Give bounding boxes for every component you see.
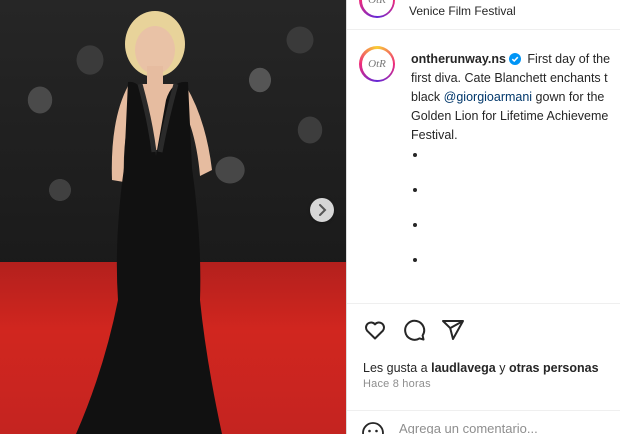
post-details-panel: OtR Venice Film Festival OtR ontherunway… xyxy=(346,0,620,434)
likes-summary: Les gusta a laudlavega y otras personas xyxy=(363,361,599,375)
avatar-initials: OtR xyxy=(361,0,393,16)
caption-avatar-initials: OtR xyxy=(361,48,393,80)
username-link[interactable]: ontherunway.ns xyxy=(411,52,506,66)
caption-line: Festival. xyxy=(411,128,458,142)
post-image[interactable] xyxy=(0,0,346,434)
caption-avatar[interactable]: OtR xyxy=(359,46,395,82)
post-actions: Les gusta a laudlavega y otras personas … xyxy=(347,303,620,434)
caption-line: black xyxy=(411,90,444,104)
action-icons xyxy=(363,318,465,342)
caption-line: Golden Lion for Lifetime Achieveme xyxy=(411,109,609,123)
comment-input[interactable] xyxy=(399,421,609,434)
next-image-button[interactable] xyxy=(310,198,334,222)
bullet-dot xyxy=(413,258,417,262)
likes-prefix: Les gusta a xyxy=(363,361,432,375)
verified-badge-icon xyxy=(508,53,521,65)
likes-connector: y xyxy=(495,361,509,375)
comment-icon[interactable] xyxy=(402,318,426,342)
liker-username[interactable]: laudlavega xyxy=(431,361,496,375)
emoji-icon[interactable] xyxy=(361,421,385,434)
bullet-dot xyxy=(413,188,417,192)
caption-bullets xyxy=(411,153,417,293)
bullet-dot xyxy=(413,223,417,227)
chevron-right-icon xyxy=(319,204,327,216)
post-header: OtR Venice Film Festival xyxy=(347,0,620,30)
caption-line: first diva. Cate Blanchett enchants t xyxy=(411,71,608,85)
woman-in-black-gown xyxy=(76,11,222,434)
caption-line: First day of the xyxy=(527,52,611,66)
caption-line: gown for the xyxy=(532,90,605,104)
mention-link[interactable]: @giorgioarmani xyxy=(444,90,532,104)
heart-icon[interactable] xyxy=(363,318,387,342)
share-icon[interactable] xyxy=(441,318,465,342)
others-link[interactable]: otras personas xyxy=(509,361,599,375)
bullet-dot xyxy=(413,153,417,157)
post-caption: ontherunway.ns First day of the first di… xyxy=(411,50,620,145)
location-link[interactable]: Venice Film Festival xyxy=(409,4,516,18)
comment-box xyxy=(347,410,620,434)
post-timestamp[interactable]: Hace 8 horas xyxy=(363,378,431,390)
avatar[interactable]: OtR xyxy=(359,0,395,18)
